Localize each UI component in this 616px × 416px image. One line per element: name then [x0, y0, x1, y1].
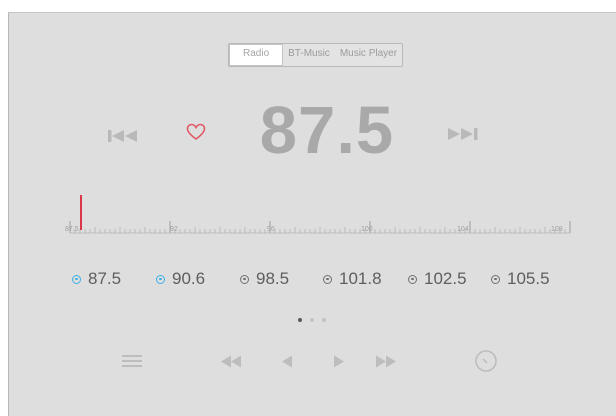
preset-radio-icon — [408, 274, 417, 284]
page-dot[interactable] — [322, 318, 326, 322]
preset-station[interactable]: 101.8 — [323, 269, 382, 289]
preset-label: 98.5 — [256, 269, 290, 288]
preset-radio-icon — [156, 274, 165, 284]
preset-station[interactable]: 98.5 — [240, 269, 289, 289]
page-indicator — [298, 318, 326, 322]
source-tabs: Radio BT-Music Music Player — [228, 43, 404, 67]
skip-previous-icon[interactable] — [108, 128, 142, 144]
tuner-scale-label: 92 — [170, 226, 178, 233]
preset-label: 105.5 — [507, 269, 550, 288]
fast-forward-icon[interactable] — [375, 355, 397, 368]
preset-label: 102.5 — [424, 269, 467, 288]
preset-radio-icon — [491, 274, 500, 284]
tab-music-player[interactable]: Music Player — [335, 44, 402, 66]
menu-icon[interactable] — [122, 353, 142, 369]
tuner-scale-label: 96 — [267, 226, 275, 233]
skip-next-icon[interactable] — [447, 126, 483, 142]
preset-radio-icon — [240, 274, 249, 284]
preset-label: 90.6 — [172, 269, 206, 288]
tuner-needle[interactable] — [80, 195, 82, 230]
tuner-scale-label: 100 — [361, 226, 373, 233]
preset-station[interactable]: 102.5 — [408, 269, 467, 289]
preset-station[interactable]: 105.5 — [491, 269, 550, 289]
radio-panel: Radio BT-Music Music Player 87.5 87.5 92 9… — [8, 12, 616, 416]
step-forward-icon[interactable] — [333, 355, 345, 368]
tuner-scale-label: 104 — [457, 226, 469, 233]
preset-label: 87.5 — [88, 269, 122, 288]
tab-radio[interactable]: Radio — [229, 44, 284, 66]
rewind-icon[interactable] — [221, 355, 243, 368]
tuner-scale[interactable] — [67, 191, 573, 247]
page-dot[interactable] — [298, 318, 302, 322]
preset-radio-icon — [323, 274, 332, 284]
tuner-dial-icon[interactable] — [474, 349, 498, 373]
preset-radio-icon — [72, 274, 81, 284]
step-back-icon[interactable] — [281, 355, 293, 368]
preset-station[interactable]: 87.5 — [72, 269, 121, 289]
heart-icon[interactable] — [186, 123, 206, 141]
preset-list: 87.5 90.6 98.5 101.8 102.5 105.5 — [67, 269, 577, 293]
preset-label: 101.8 — [339, 269, 382, 288]
tab-bt-music[interactable]: BT-Music — [283, 44, 335, 66]
preset-station[interactable]: 90.6 — [156, 269, 205, 289]
tuner-scale-label: 87.5 — [65, 226, 79, 233]
current-frequency: 87.5 — [259, 93, 395, 168]
tuner-scale-label: 108 — [551, 226, 563, 233]
page-dot[interactable] — [310, 318, 314, 322]
